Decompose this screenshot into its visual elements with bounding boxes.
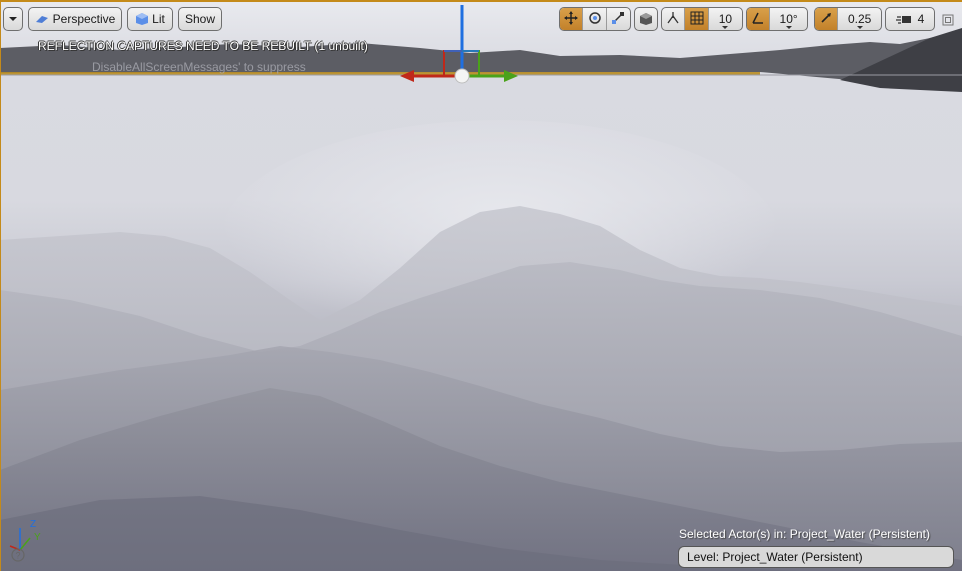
- axis-z-label: Z: [30, 519, 36, 530]
- lit-button[interactable]: Lit: [127, 7, 173, 31]
- chevron-down-icon: [8, 16, 18, 22]
- current-level-label: Level: Project_Water (Persistent): [687, 550, 863, 564]
- perspective-button[interactable]: Perspective: [28, 7, 122, 31]
- scale-snap-icon: [819, 11, 833, 28]
- svg-text:?: ?: [16, 551, 21, 561]
- suppress-hint: DisableAllScreenMessages' to suppress: [92, 60, 306, 74]
- surface-snap-button[interactable]: [662, 8, 686, 30]
- lit-cube-icon: [135, 12, 149, 26]
- translate-icon: [564, 10, 579, 28]
- level-viewport[interactable]: Z Y ? Perspective Lit Show 10 10° 0.25 4…: [0, 0, 962, 571]
- rotation-snap-value-dropdown[interactable]: 10°: [770, 8, 807, 30]
- scale-mode-button[interactable]: [607, 8, 630, 30]
- surface-snap-icon: [666, 11, 680, 28]
- translate-mode-button[interactable]: [560, 8, 584, 30]
- world-cube-icon: [639, 12, 653, 26]
- scale-snap-toggle[interactable]: [815, 8, 839, 30]
- scale-icon: [611, 11, 625, 28]
- viewport-menu-button[interactable]: [3, 7, 23, 31]
- grid-snap-value-dropdown[interactable]: 10: [709, 8, 742, 30]
- grid-icon: [690, 11, 704, 28]
- grid-snap-value: 10: [718, 12, 733, 26]
- camera-speed-button[interactable]: 4: [885, 7, 935, 31]
- rotation-snap-group: 10°: [746, 7, 808, 31]
- maximize-icon: [942, 13, 954, 30]
- angle-icon: [751, 11, 765, 28]
- coordinate-space-button[interactable]: [634, 7, 658, 31]
- lit-label: Lit: [152, 12, 165, 26]
- gizmo-center: [454, 68, 470, 84]
- perspective-icon: [35, 14, 49, 24]
- axis-y-label: Y: [34, 532, 41, 543]
- grid-snap-group: 10: [661, 7, 743, 31]
- show-label: Show: [184, 12, 216, 26]
- show-button[interactable]: Show: [178, 7, 222, 31]
- scale-snap-value-dropdown[interactable]: 0.25: [838, 8, 881, 30]
- transform-mode-group: [559, 7, 631, 31]
- grid-snap-toggle[interactable]: [685, 8, 709, 30]
- maximize-viewport-button[interactable]: [942, 13, 954, 26]
- rotation-snap-value: 10°: [779, 12, 798, 26]
- camera-speed-icon: [895, 13, 912, 25]
- reflection-capture-warning: REFLECTION CAPTURES NEED TO BE REBUILT (…: [38, 39, 368, 53]
- scale-snap-group: 0.25: [814, 7, 882, 31]
- perspective-label: Perspective: [52, 12, 116, 26]
- scale-snap-value: 0.25: [847, 12, 872, 26]
- rotate-icon: [588, 11, 602, 28]
- rotation-snap-toggle[interactable]: [747, 8, 771, 30]
- current-level-indicator: Level: Project_Water (Persistent): [678, 546, 954, 568]
- rotate-mode-button[interactable]: [583, 8, 607, 30]
- selected-actors-status: Selected Actor(s) in: Project_Water (Per…: [679, 527, 930, 541]
- scene-render: Z Y ?: [0, 5, 962, 571]
- camera-speed-value: 4: [917, 12, 925, 26]
